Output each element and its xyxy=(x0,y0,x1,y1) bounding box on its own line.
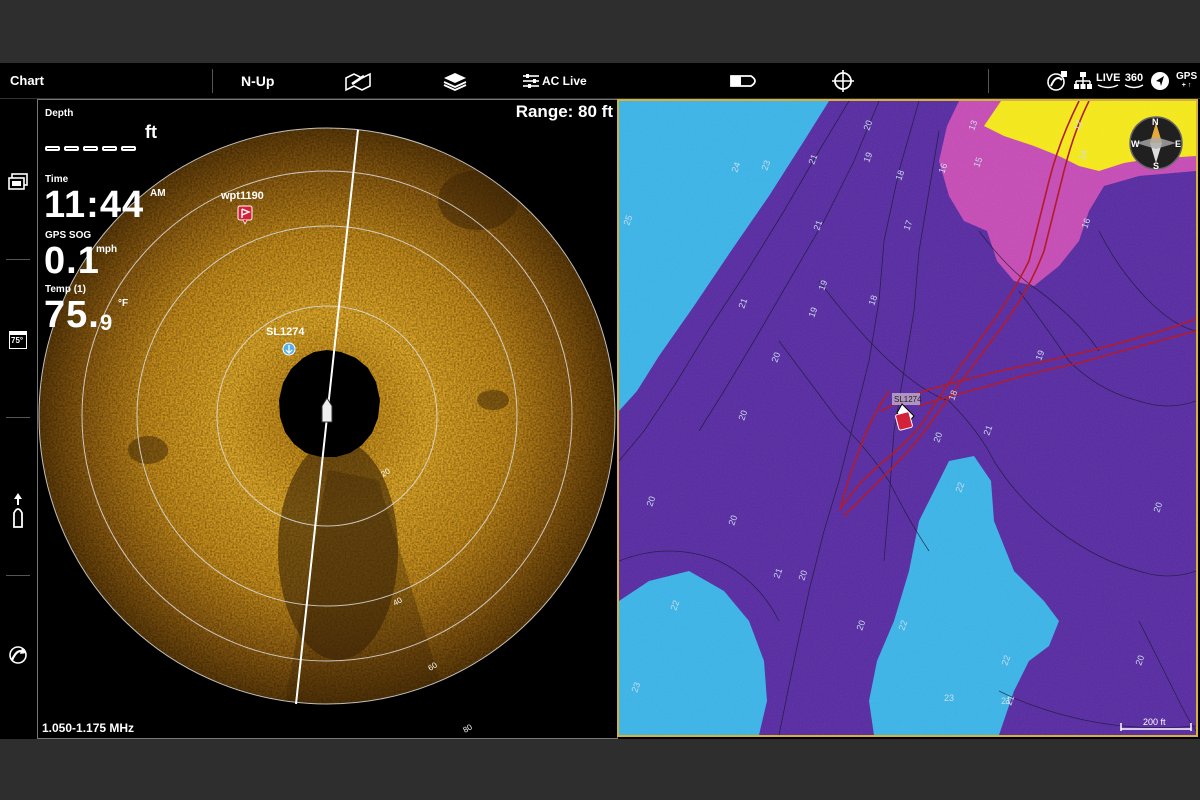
sonar-360-panel[interactable]: 20 40 60 80 wpt1190 SL1274 Depth ft Time… xyxy=(37,99,618,739)
lake-chart: 25 24 23 21 20 19 18 17 16 15 13 14 12 1… xyxy=(619,101,1196,735)
depth-dash xyxy=(45,146,60,151)
sonar-settings-button[interactable] xyxy=(7,644,29,666)
toolbar-divider xyxy=(988,69,989,93)
chart-map-panel[interactable]: 25 24 23 21 20 19 18 17 16 15 13 14 12 1… xyxy=(617,99,1198,737)
transducer-button[interactable] xyxy=(729,63,761,98)
deg360-label: 360 xyxy=(1124,71,1144,84)
orientation-label: N-Up xyxy=(241,72,275,89)
depth-label: 23 xyxy=(944,693,954,703)
sidebar-divider xyxy=(6,575,30,576)
temp-value: 75. xyxy=(44,294,100,336)
autochart-live-button[interactable]: AC Live xyxy=(522,63,587,98)
sl-marker-icon[interactable] xyxy=(282,342,296,356)
chart-draw-button[interactable] xyxy=(344,63,372,98)
chart-view-button[interactable]: Chart xyxy=(10,63,44,98)
depth-dash xyxy=(83,146,98,151)
map-sl-label: SL1274 xyxy=(894,395,922,404)
temp-unit: °F xyxy=(118,298,129,309)
frequency-readout: 1.050-1.175 MHz xyxy=(42,721,135,735)
orientation-button[interactable]: N-Up xyxy=(241,63,274,98)
range-readout: Range: 80 ft xyxy=(515,102,613,121)
depth-dash xyxy=(64,146,79,151)
time-value: 11:44 xyxy=(44,184,145,226)
depth-dash xyxy=(102,146,117,151)
compass-e: E xyxy=(1175,139,1181,149)
stacked-screens-icon xyxy=(8,173,28,190)
waypoint-label: wpt1190 xyxy=(220,190,264,202)
deg360-status[interactable]: 360 xyxy=(1124,63,1144,98)
temp-decimal: 9 xyxy=(100,310,113,335)
toolbar-divider xyxy=(212,69,213,93)
navigation-arrow-icon xyxy=(1151,71,1169,90)
temp-icon-text: 75° xyxy=(11,336,24,345)
live-arc-icon xyxy=(1097,83,1119,88)
sonar-dark-patch xyxy=(128,436,168,464)
sonar-status-button[interactable] xyxy=(1046,63,1068,98)
sl-label: SL1274 xyxy=(266,326,305,338)
sidebar-divider xyxy=(6,417,30,418)
chart-view-label: Chart xyxy=(10,73,44,88)
layers-button[interactable] xyxy=(442,63,468,98)
time-suffix: AM xyxy=(150,188,166,199)
sog-value: 0.1 xyxy=(44,240,100,282)
screen-view-button[interactable] xyxy=(7,171,29,193)
calendar-temp-icon: 75° xyxy=(9,331,27,349)
sog-unit: mph xyxy=(96,244,118,255)
network-button[interactable] xyxy=(1073,63,1093,98)
map-pencil-icon xyxy=(345,72,371,91)
boat-up-icon xyxy=(13,493,23,528)
boat-view-button[interactable] xyxy=(7,491,29,531)
sonar-status-icon xyxy=(1047,70,1067,91)
autochart-live-label: AC Live xyxy=(542,73,587,88)
sidebar-divider xyxy=(6,259,30,260)
network-icon xyxy=(1074,71,1092,89)
deg360-arc-icon xyxy=(1124,83,1144,88)
navigation-button[interactable] xyxy=(1150,63,1170,98)
compass-w: W xyxy=(1131,139,1140,149)
gps-label: GPS xyxy=(1176,71,1198,82)
scale-label: 200 ft xyxy=(1143,717,1166,727)
compass-s: S xyxy=(1153,161,1159,171)
sliders-icon xyxy=(523,73,539,88)
live-label: LIVE xyxy=(1096,71,1121,84)
depth-dash xyxy=(121,146,136,151)
compass-n: N xyxy=(1152,117,1159,127)
layers-icon xyxy=(443,72,467,91)
gps-signal-icon: + ↑ xyxy=(1181,82,1192,89)
screen: Chart N-Up AC Live LIVE 360 GPS + ↑ 75° … xyxy=(0,63,1200,739)
live-status[interactable]: LIVE xyxy=(1096,63,1120,98)
left-sidebar: 75° xyxy=(0,99,36,739)
transducer-icon xyxy=(730,74,756,87)
cursor-button[interactable] xyxy=(832,63,854,98)
depth-label: Depth xyxy=(45,108,74,119)
rotate-sonar-icon xyxy=(9,646,27,664)
ring-label-80: 80 xyxy=(462,722,475,735)
sonar-dark-patch xyxy=(438,170,518,230)
top-toolbar: Chart N-Up AC Live LIVE 360 GPS + ↑ xyxy=(0,63,1200,99)
crosshair-icon xyxy=(832,69,854,92)
gps-status[interactable]: GPS + ↑ xyxy=(1176,63,1197,98)
depth-unit: ft xyxy=(145,122,157,142)
depth-label: 21 xyxy=(1001,696,1011,706)
temperature-button[interactable]: 75° xyxy=(7,329,29,351)
sonar-dark-patch xyxy=(477,390,509,410)
